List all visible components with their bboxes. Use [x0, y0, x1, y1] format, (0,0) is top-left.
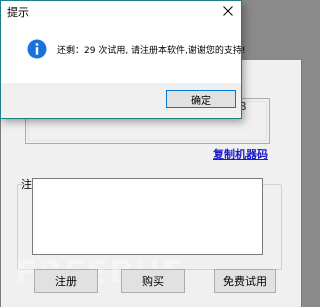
dialog-titlebar[interactable]: 提示	[1, 1, 241, 21]
dialog-message: 还剩：29 次试用, 请注册本软件,谢谢您的支持!	[57, 46, 246, 56]
register-button[interactable]: 注册	[34, 269, 98, 293]
copy-machine-code-link[interactable]: 复制机器码	[213, 146, 268, 162]
free-trial-button[interactable]: 免费试用	[214, 269, 276, 293]
dialog-footer: 确定	[1, 83, 241, 118]
ok-button[interactable]: 确定	[166, 90, 236, 108]
close-icon	[223, 6, 233, 16]
dialog-body: 还剩：29 次试用, 请注册本软件,谢谢您的支持!	[1, 21, 246, 83]
close-button[interactable]	[215, 1, 241, 21]
info-icon	[27, 39, 47, 59]
message-dialog: 提示 还剩：29 次试用, 请注册本软件,谢谢您的支持! 确定	[0, 0, 246, 119]
buy-button[interactable]: 购买	[121, 269, 185, 293]
reg-code-input[interactable]	[32, 178, 263, 255]
dialog-title: 提示	[7, 6, 29, 19]
